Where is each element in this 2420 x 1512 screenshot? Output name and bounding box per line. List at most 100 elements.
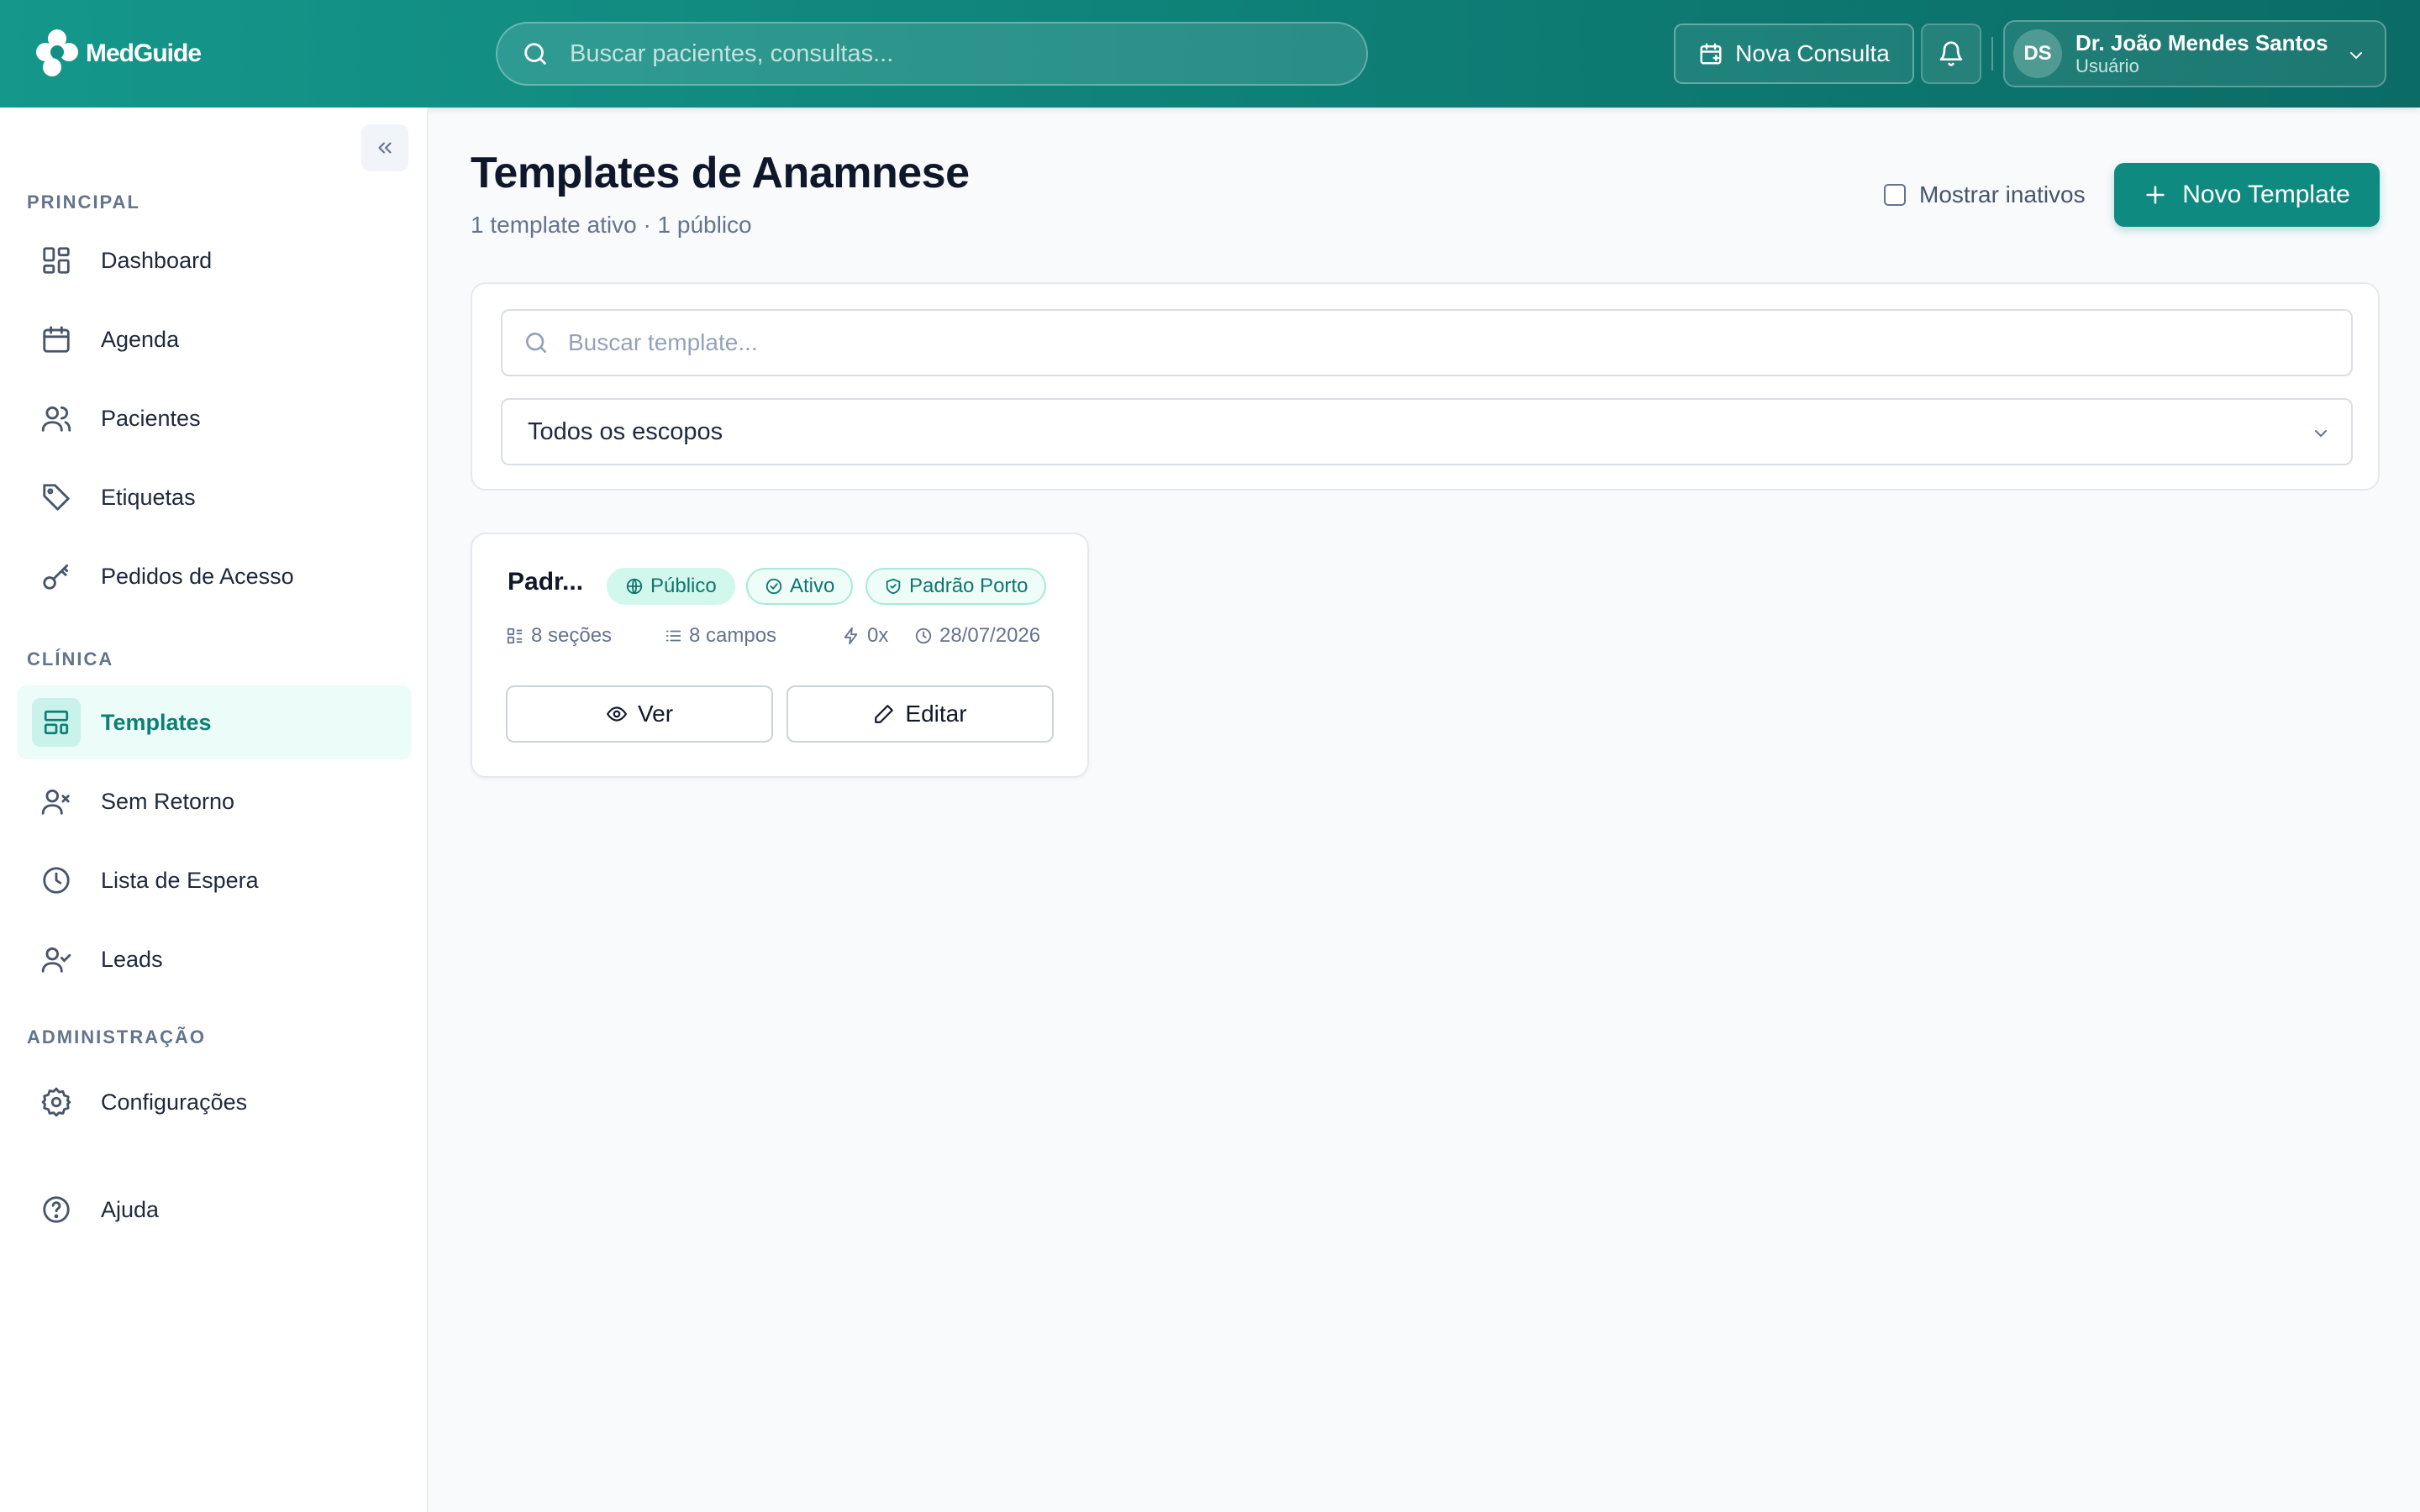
avatar: DS: [2013, 29, 2062, 78]
user-menu[interactable]: DS Dr. João Mendes Santos Usuário: [2003, 20, 2386, 87]
sidebar-item-ajuda[interactable]: Ajuda: [17, 1173, 412, 1247]
clock-icon: [43, 867, 70, 894]
filter-panel: Todos os escopos: [471, 282, 2380, 491]
edit-label: Editar: [905, 701, 967, 727]
badge-label: Padrão Porto: [909, 575, 1028, 597]
sidebar-item-label: Ajuda: [101, 1196, 160, 1222]
collapse-sidebar-button[interactable]: [361, 124, 408, 171]
show-inactive-toggle[interactable]: Mostrar inativos: [1884, 180, 2086, 210]
view-label: Ver: [637, 701, 674, 727]
badge-label: Ativo: [790, 575, 835, 597]
fields-count-label: 8 campos: [689, 624, 777, 647]
notifications-button[interactable]: [1921, 24, 1981, 84]
badge-label: Público: [650, 575, 717, 597]
public-badge: Público: [607, 568, 735, 605]
calendar-icon: [43, 326, 70, 353]
show-inactive-checkbox[interactable]: [1884, 184, 1906, 206]
eye-icon: [606, 706, 628, 722]
section-label-clinica: CLÍNICA: [27, 648, 114, 669]
sidebar-item-agenda[interactable]: Agenda: [17, 302, 412, 376]
tag-icon: [43, 484, 70, 511]
updated-date: 28/07/2026: [914, 623, 1040, 648]
logo-mark-icon: [36, 29, 78, 76]
template-search-input[interactable]: [568, 311, 2351, 375]
sidebar-item-label: Etiquetas: [101, 484, 196, 510]
check-circle-icon: [765, 578, 782, 595]
chevrons-left-icon: [378, 142, 392, 154]
new-template-label: Novo Template: [2182, 181, 2350, 208]
template-name: Padr...: [508, 568, 584, 596]
bell-icon: [1939, 41, 1963, 66]
page-title: Templates de Anamnese: [471, 149, 970, 197]
sections-icon: [507, 627, 523, 644]
sidebar-item-configuracoes[interactable]: Configurações: [17, 1065, 412, 1139]
show-inactive-label: Mostrar inativos: [1919, 181, 2086, 207]
scope-select[interactable]: Todos os escopos: [501, 398, 2353, 465]
section-label-administracao: ADMINISTRAÇÃO: [27, 1026, 206, 1047]
sidebar-item-lista-de-espera[interactable]: Lista de Espera: [17, 843, 412, 917]
sidebar-item-pacientes[interactable]: Pacientes: [17, 381, 412, 455]
active-badge: Ativo: [746, 568, 854, 605]
sidebar-item-label: Configurações: [101, 1089, 248, 1115]
sidebar-item-label: Pacientes: [101, 405, 201, 431]
user-role: Usuário: [2075, 55, 2139, 76]
pencil-icon: [875, 705, 894, 723]
zap-icon: [844, 627, 858, 645]
sections-count: 8 seções: [506, 623, 612, 648]
edit-template-button[interactable]: Editar: [786, 685, 1054, 743]
fields-count: 8 campos: [664, 623, 776, 648]
chevron-down-icon: [2350, 52, 2362, 60]
user-name: Dr. João Mendes Santos: [2075, 30, 2328, 55]
scope-select-value: Todos os escopos: [528, 417, 723, 445]
sidebar-item-leads[interactable]: Leads: [17, 922, 412, 996]
sidebar-item-label: Lista de Espera: [101, 867, 259, 893]
sidebar-item-templates[interactable]: Templates: [17, 685, 412, 759]
users-icon: [41, 406, 71, 432]
scope-badge: Padrão Porto: [865, 568, 1047, 605]
global-search-input[interactable]: [570, 24, 1366, 84]
clock-icon: [915, 627, 932, 644]
key-icon: [43, 564, 69, 590]
sections-count-label: 8 seções: [531, 624, 613, 647]
sidebar: PRINCIPAL Dashboard Agenda Pacientes Eti…: [0, 108, 429, 1512]
usage-count-label: 0x: [867, 624, 889, 647]
sidebar-item-label: Pedidos de Acesso: [101, 563, 294, 589]
view-template-button[interactable]: Ver: [506, 685, 773, 743]
chevron-down-icon: [2315, 430, 2327, 438]
sidebar-item-sem-retorno[interactable]: Sem Retorno: [17, 764, 412, 838]
sidebar-item-label: Sem Retorno: [101, 788, 235, 814]
globe-icon: [626, 578, 643, 595]
new-consult-label: Nova Consulta: [1735, 40, 1890, 66]
help-circle-icon: [43, 1196, 70, 1223]
shield-check-icon: [886, 578, 901, 595]
dashboard-icon: [43, 247, 70, 274]
usage-count: 0x: [842, 623, 888, 648]
settings-icon: [41, 1087, 71, 1117]
plus-icon: [2146, 186, 2165, 204]
new-template-button[interactable]: Novo Template: [2114, 163, 2380, 227]
sidebar-item-label: Dashboard: [101, 247, 213, 273]
updated-date-label: 28/07/2026: [939, 624, 1041, 647]
list-icon: [666, 630, 681, 642]
user-x-icon: [41, 789, 70, 815]
user-check-icon: [41, 947, 71, 973]
section-label-principal: PRINCIPAL: [27, 192, 140, 213]
new-consult-button[interactable]: Nova Consulta: [1674, 24, 1914, 84]
search-icon: [524, 43, 546, 65]
sidebar-item-label: Agenda: [101, 326, 180, 352]
sidebar-item-etiquetas[interactable]: Etiquetas: [17, 460, 412, 534]
page-subtitle: 1 template ativo · 1 público: [471, 212, 752, 238]
sidebar-item-dashboard[interactable]: Dashboard: [17, 223, 412, 297]
global-search[interactable]: [496, 22, 1368, 86]
top-bar: MedGuide Nova Consulta DS Dr. João Mende…: [0, 0, 2420, 108]
app-name: MedGuide: [86, 39, 202, 67]
search-icon: [526, 333, 546, 353]
sidebar-item-label: Leads: [101, 946, 163, 972]
sidebar-item-label: Templates: [101, 709, 212, 735]
app-logo[interactable]: MedGuide: [32, 27, 202, 81]
template-search[interactable]: [501, 309, 2353, 376]
sidebar-item-pedidos-de-acesso[interactable]: Pedidos de Acesso: [17, 539, 412, 613]
active-icon-box: [32, 698, 81, 747]
calendar-plus-icon: [1700, 43, 1722, 65]
layout-template-icon: [44, 710, 69, 735]
